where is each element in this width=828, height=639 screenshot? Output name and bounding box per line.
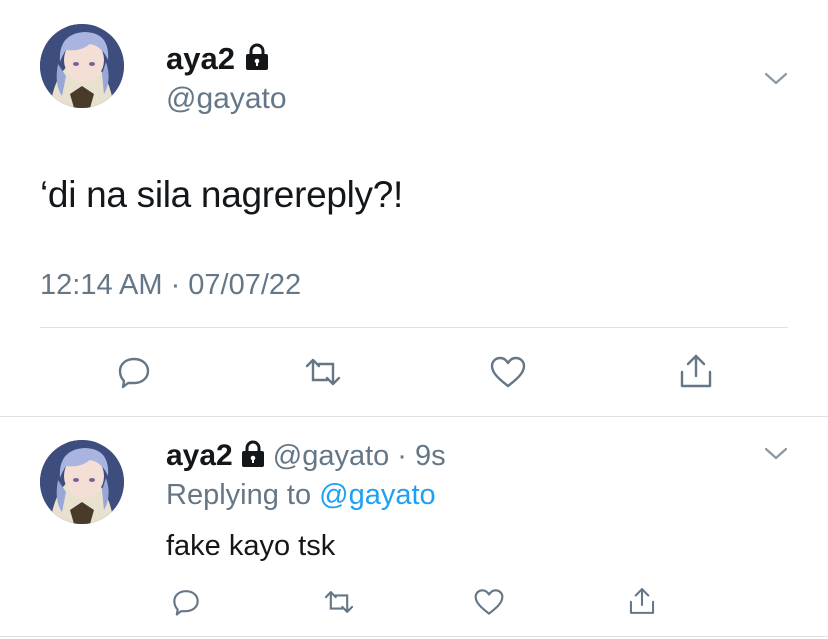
tweet-separator xyxy=(0,416,828,417)
like-button[interactable] xyxy=(486,352,530,392)
divider xyxy=(40,327,788,328)
lock-icon xyxy=(245,43,269,76)
timestamp[interactable]: 12:14 AM · 07/07/22 xyxy=(40,269,301,302)
share-button[interactable] xyxy=(674,350,718,392)
replying-to-label: Replying to xyxy=(166,479,312,511)
handle[interactable]: @gayato xyxy=(273,440,390,473)
like-icon xyxy=(474,589,504,615)
like-icon xyxy=(490,356,526,388)
display-name[interactable]: aya2 xyxy=(166,439,233,473)
reply-icon xyxy=(118,357,150,389)
like-button[interactable] xyxy=(470,584,508,620)
avatar[interactable] xyxy=(40,440,124,524)
retweet-button[interactable] xyxy=(318,584,360,620)
reply-button[interactable] xyxy=(168,584,204,620)
lock-icon xyxy=(241,440,265,473)
replying-to: Replying to @gayato xyxy=(166,479,436,512)
share-icon xyxy=(680,354,712,388)
bottom-divider xyxy=(0,636,828,637)
avatar[interactable] xyxy=(40,24,124,108)
retweet-icon xyxy=(324,591,354,613)
tweet-text: fake kayo tsk xyxy=(166,530,336,562)
reply-icon xyxy=(173,590,199,616)
share-button[interactable] xyxy=(624,582,660,620)
time-ago: · 9s xyxy=(397,439,446,472)
share-icon xyxy=(629,588,655,614)
chevron-down-icon[interactable] xyxy=(764,72,788,91)
reply-button[interactable] xyxy=(112,352,156,392)
replying-to-handle[interactable]: @gayato xyxy=(319,479,436,511)
display-name[interactable]: aya2 xyxy=(166,41,235,77)
retweet-button[interactable] xyxy=(298,352,348,392)
handle[interactable]: @gayato xyxy=(166,82,287,116)
tweet-text: ‘di na sila nagrereply?! xyxy=(40,174,404,215)
chevron-down-icon[interactable] xyxy=(764,447,788,466)
retweet-icon xyxy=(305,358,341,386)
